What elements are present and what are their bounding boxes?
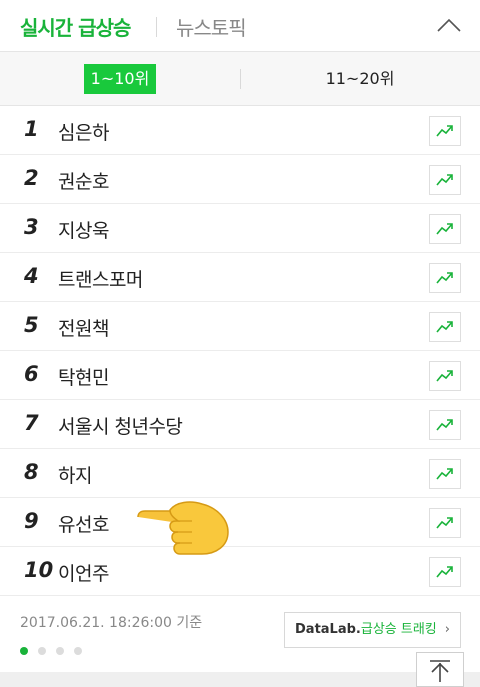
datalab-brand: DataLab. — [295, 622, 361, 637]
trend-chart-icon — [436, 517, 453, 529]
rank-number: 1 — [24, 117, 39, 141]
rank-number: 4 — [24, 264, 39, 288]
rank-number: 7 — [24, 411, 39, 435]
trend-chart-button[interactable] — [429, 410, 461, 440]
trend-chart-button[interactable] — [429, 263, 461, 293]
trend-chart-button[interactable] — [429, 459, 461, 489]
keyword-link[interactable]: 전원책 — [58, 314, 109, 341]
list-item[interactable]: 9 유선호 — [0, 498, 480, 547]
tab-divider — [156, 17, 157, 37]
chevron-right-icon: › — [444, 622, 450, 637]
list-item[interactable]: 7 서울시 청년수당 — [0, 400, 480, 449]
keyword-link[interactable]: 심은하 — [58, 118, 109, 145]
keyword-link[interactable]: 이언주 — [58, 559, 109, 586]
tab-news-topic[interactable]: 뉴스토픽 — [176, 12, 247, 41]
footer: 2017.06.21. 18:26:00 기준 DataLab.급상승 트래킹 … — [0, 596, 480, 672]
trend-chart-icon — [436, 370, 453, 382]
page-indicator — [20, 640, 92, 655]
rank-number: 2 — [24, 166, 39, 190]
chevron-up-icon — [437, 18, 461, 32]
page-dot-active[interactable] — [20, 647, 28, 655]
trend-chart-icon — [436, 125, 453, 137]
rank-number: 9 — [24, 509, 39, 533]
keyword-link[interactable]: 권순호 — [58, 167, 109, 194]
trend-chart-icon — [436, 321, 453, 333]
keyword-link[interactable]: 하지 — [58, 461, 92, 488]
tab-rank-1-10[interactable]: 1~10위 — [84, 64, 156, 94]
trend-chart-icon — [436, 223, 453, 235]
rank-range-tabs: 1~10위 11~20위 — [0, 52, 480, 106]
keyword-link[interactable]: 유선호 — [58, 510, 109, 537]
keyword-link[interactable]: 탁현민 — [58, 363, 109, 390]
trend-chart-button[interactable] — [429, 165, 461, 195]
trend-chart-button[interactable] — [429, 361, 461, 391]
page-dot[interactable] — [38, 647, 46, 655]
subtab-divider — [240, 69, 241, 89]
collapse-button[interactable] — [434, 12, 464, 38]
trend-chart-icon — [436, 566, 453, 578]
keyword-link[interactable]: 지상욱 — [58, 216, 109, 243]
list-item[interactable]: 1 심은하 — [0, 106, 480, 155]
trend-chart-icon — [436, 419, 453, 431]
list-item[interactable]: 4 트랜스포머 — [0, 253, 480, 302]
list-item[interactable]: 3 지상욱 — [0, 204, 480, 253]
keyword-link[interactable]: 트랜스포머 — [58, 265, 143, 292]
list-item[interactable]: 2 권순호 — [0, 155, 480, 204]
arrow-up-icon — [430, 660, 450, 682]
list-item[interactable]: 5 전원책 — [0, 302, 480, 351]
page-dot[interactable] — [74, 647, 82, 655]
rank-number: 6 — [24, 362, 39, 386]
keyword-link[interactable]: 서울시 청년수당 — [58, 412, 183, 439]
trend-chart-button[interactable] — [429, 214, 461, 244]
list-item[interactable]: 10 이언주 — [0, 547, 480, 596]
trend-chart-icon — [436, 174, 453, 186]
datalab-label: 급상승 트래킹 — [360, 622, 437, 637]
trend-chart-icon — [436, 272, 453, 284]
trend-chart-button[interactable] — [429, 312, 461, 342]
trend-chart-button[interactable] — [429, 557, 461, 587]
rank-number: 8 — [24, 460, 39, 484]
tab-realtime-trending[interactable]: 실시간 급상승 — [20, 12, 131, 41]
page-dot[interactable] — [56, 647, 64, 655]
tab-rank-11-20[interactable]: 11~20위 — [300, 64, 420, 94]
rank-number: 5 — [24, 313, 39, 337]
rank-number: 10 — [24, 558, 54, 582]
trend-chart-button[interactable] — [429, 508, 461, 538]
rank-number: 3 — [24, 215, 39, 239]
pointing-hand-icon — [132, 498, 232, 556]
list-item[interactable]: 8 하지 — [0, 449, 480, 498]
scroll-to-top-button[interactable] — [416, 652, 464, 687]
bottom-divider — [0, 672, 480, 687]
trend-chart-button[interactable] — [429, 116, 461, 146]
header: 실시간 급상승 뉴스토픽 — [0, 0, 480, 52]
list-item[interactable]: 6 탁현민 — [0, 351, 480, 400]
trend-chart-icon — [436, 468, 453, 480]
update-timestamp: 2017.06.21. 18:26:00 기준 — [20, 615, 203, 631]
datalab-tracking-button[interactable]: DataLab.급상승 트래킹 › — [284, 612, 461, 648]
